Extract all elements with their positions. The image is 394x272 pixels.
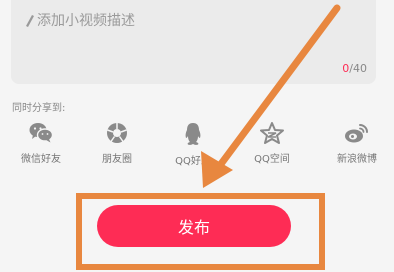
share-qq-button[interactable]: QQ好友 <box>153 122 233 167</box>
wechat-icon <box>29 123 53 143</box>
share-wechat-label: 微信好友 <box>21 154 61 165</box>
video-description-box[interactable]: 0/40 <box>11 0 376 84</box>
character-counter: 0/40 <box>342 62 367 75</box>
share-weibo-button[interactable]: 新浪微博 <box>317 122 394 165</box>
share-weibo-label: 新浪微博 <box>337 154 377 165</box>
qq-icon <box>185 123 201 145</box>
weibo-icon <box>345 124 368 143</box>
share-moments-label: 朋友圈 <box>102 154 132 165</box>
share-qzone-button[interactable]: QQ空间 <box>232 122 312 165</box>
publish-button[interactable]: 发布 <box>97 205 291 247</box>
share-options: 微信好友 朋友圈 QQ好友 QQ空间 新浪微博 <box>0 122 394 174</box>
pencil-icon <box>26 15 34 27</box>
qzone-icon <box>260 122 284 144</box>
counter-max: /40 <box>349 62 367 75</box>
share-wechat-button[interactable]: 微信好友 <box>1 122 81 165</box>
share-moments-button[interactable]: 朋友圈 <box>77 122 157 165</box>
moments-icon <box>107 123 127 143</box>
share-qzone-label: QQ空间 <box>254 154 290 165</box>
share-qq-label: QQ好友 <box>175 156 211 167</box>
video-description-input[interactable] <box>37 9 337 33</box>
share-title: 同时分享到: <box>12 103 66 114</box>
